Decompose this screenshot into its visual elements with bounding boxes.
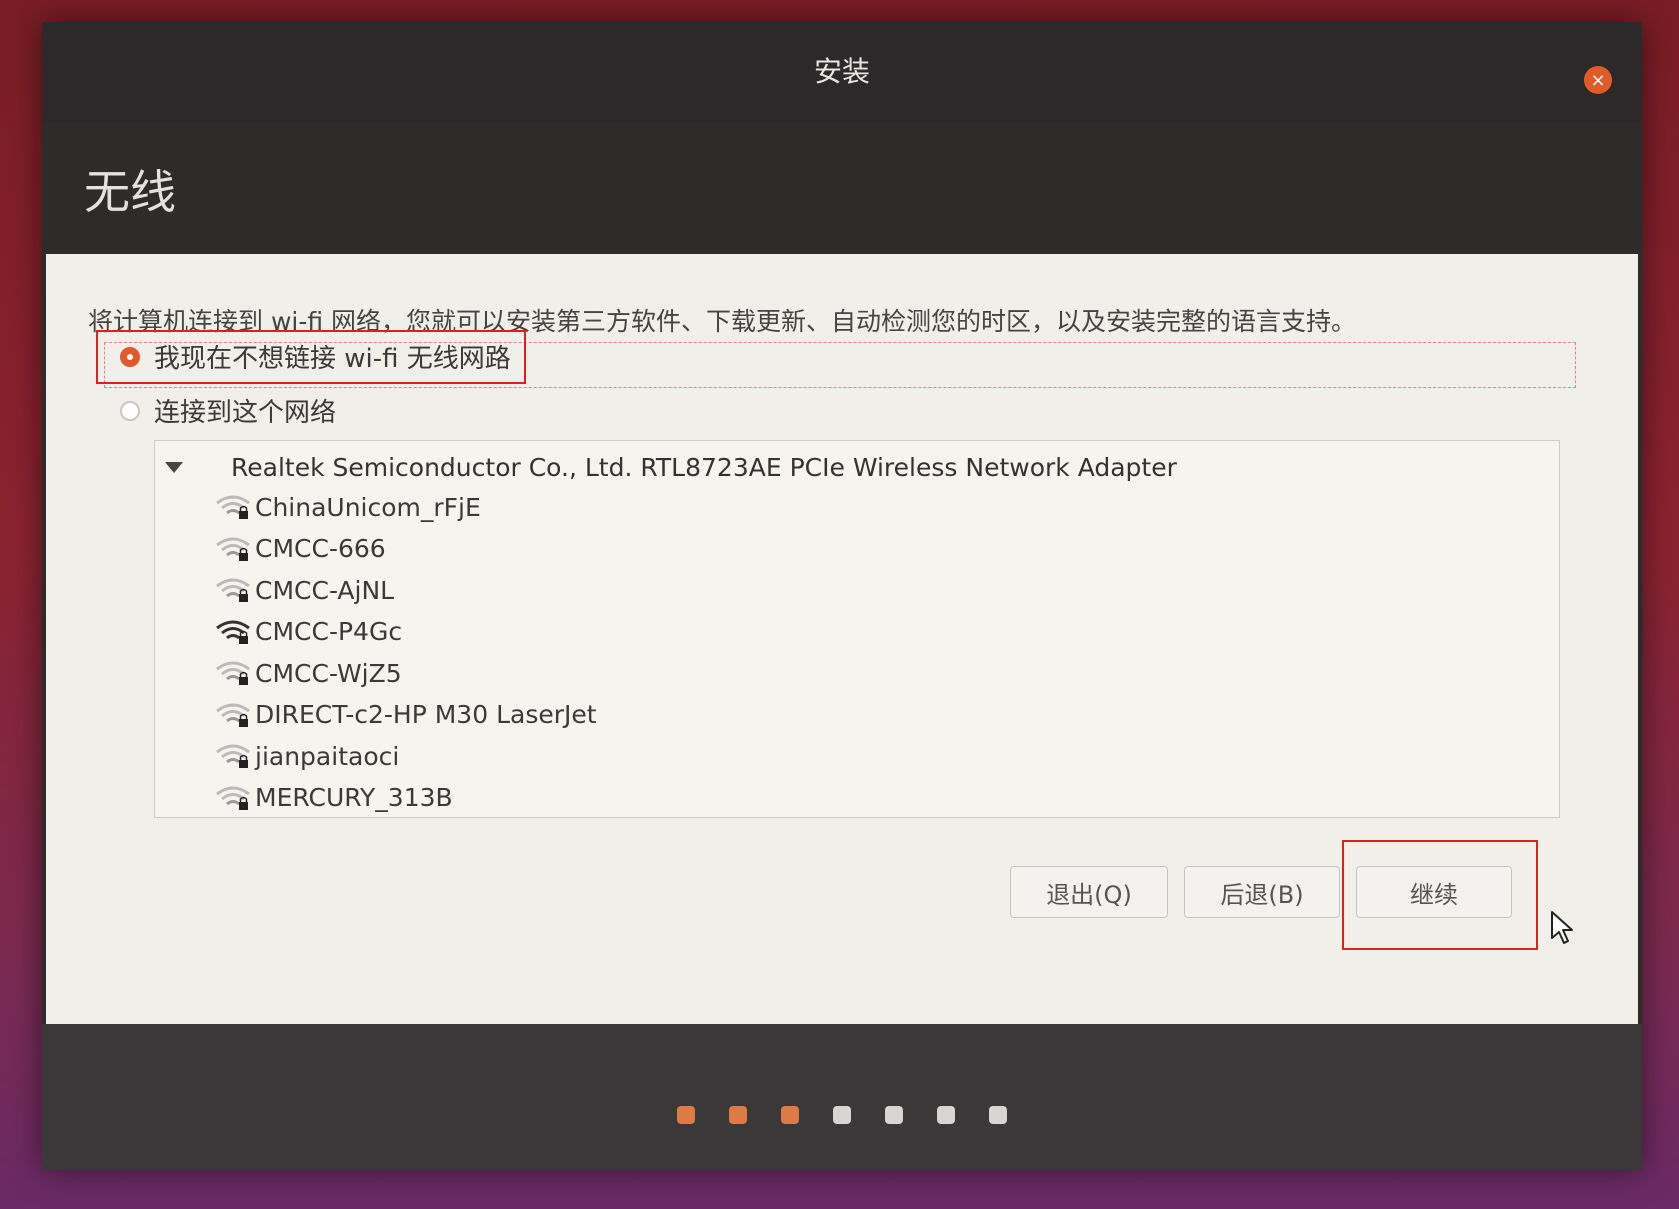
network-item[interactable]: CMCC-P4Gc xyxy=(215,612,402,652)
titlebar: 安装 × xyxy=(42,22,1642,122)
adapter-label: Realtek Semiconductor Co., Ltd. RTL8723A… xyxy=(231,452,1177,482)
progress-dot xyxy=(885,1106,903,1124)
network-item[interactable]: MERCURY_313B xyxy=(215,778,453,818)
network-ssid: CMCC-AjNL xyxy=(255,575,395,605)
wifi-weak-locked-icon xyxy=(215,742,251,770)
network-ssid: CMCC-P4Gc xyxy=(255,617,403,646)
progress-dot xyxy=(833,1106,851,1124)
page-header: 无线 xyxy=(42,122,1642,252)
mouse-pointer-icon xyxy=(1550,910,1576,950)
network-item[interactable]: CMCC-666 xyxy=(215,529,386,569)
content-panel: 将计算机连接到 wi-fi 网络，您就可以安装第三方软件、下载更新、自动检测您的… xyxy=(46,254,1638,1024)
network-ssid: MERCURY_313B xyxy=(255,783,453,812)
back-button[interactable]: 后退(B) xyxy=(1184,866,1340,918)
wifi-weak-locked-icon xyxy=(215,659,251,687)
radio-checked-icon xyxy=(120,346,140,367)
network-ssid: ChinaUnicom_rFjE xyxy=(255,492,481,522)
network-list: Realtek Semiconductor Co., Ltd. RTL8723A… xyxy=(154,440,1560,818)
progress-dot xyxy=(989,1106,1007,1124)
network-ssid: DIRECT-c2-HP M30 LaserJet xyxy=(255,700,597,729)
network-item[interactable]: CMCC-AjNL xyxy=(215,570,394,610)
wifi-strong-locked-icon xyxy=(215,618,251,646)
close-button[interactable]: × xyxy=(1584,66,1612,94)
network-item[interactable]: ChinaUnicom_rFjE xyxy=(215,487,481,527)
close-icon: × xyxy=(1590,69,1606,91)
progress-dots xyxy=(42,1106,1642,1124)
wifi-weak-locked-icon xyxy=(215,576,251,604)
radio-connect[interactable]: 连接到这个网络 xyxy=(120,392,336,429)
progress-dot xyxy=(781,1106,799,1124)
page-title: 无线 xyxy=(84,165,176,219)
network-item[interactable]: DIRECT-c2-HP M30 LaserJet xyxy=(215,695,597,735)
adapter-row[interactable]: Realtek Semiconductor Co., Ltd. RTL8723A… xyxy=(155,449,1177,485)
expander-down-icon[interactable] xyxy=(165,461,183,473)
wifi-weak-locked-icon xyxy=(215,701,251,729)
radio-no-wifi-label: 我现在不想链接 wi-fi 无线网路 xyxy=(154,344,511,374)
network-ssid: CMCC-666 xyxy=(255,534,386,563)
network-ssid: jianpaitaoci xyxy=(255,741,400,771)
radio-connect-label: 连接到这个网络 xyxy=(154,398,337,428)
radio-no-wifi[interactable]: 我现在不想链接 wi-fi 无线网路 xyxy=(120,338,511,375)
progress-dot xyxy=(729,1106,747,1124)
progress-dot xyxy=(677,1106,695,1124)
wifi-weak-locked-icon xyxy=(215,784,251,812)
radio-unchecked-icon xyxy=(120,400,140,421)
window-title: 安装 xyxy=(813,55,870,88)
progress-dot xyxy=(937,1106,955,1124)
wifi-weak-locked-icon xyxy=(215,535,251,563)
network-item[interactable]: jianpaitaoci xyxy=(215,736,399,776)
quit-button[interactable]: 退出(Q) xyxy=(1010,866,1168,918)
network-item[interactable]: CMCC-WjZ5 xyxy=(215,653,402,693)
annotation-box-continue xyxy=(1342,840,1538,950)
footer xyxy=(42,1024,1642,1170)
installer-window: 安装 × 无线 将计算机连接到 wi-fi 网络，您就可以安装第三方软件、下载更… xyxy=(42,22,1642,1170)
network-ssid: CMCC-WjZ5 xyxy=(255,658,402,688)
wifi-weak-locked-icon xyxy=(215,493,251,521)
